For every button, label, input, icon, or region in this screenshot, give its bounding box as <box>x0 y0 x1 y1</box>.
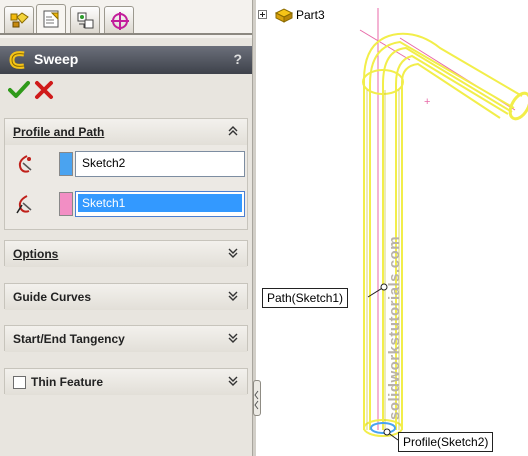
tab-strip-divider <box>0 33 252 35</box>
profile-and-path-group: Profile and Path Sketch2 Sketch1 <box>4 118 248 230</box>
path-selection-field[interactable]: Sketch1 <box>75 191 245 217</box>
profile-selection-icon <box>18 155 32 173</box>
tab-configurationmanager[interactable] <box>70 6 100 33</box>
profile-color-swatch <box>59 152 73 176</box>
group-label: Options <box>13 247 59 261</box>
tangency-header[interactable]: Start/End Tangency <box>5 326 247 352</box>
property-manager-panel: Sweep ? Profile and Path Sketch2 Sketch1… <box>0 0 252 456</box>
chevron-down-icon[interactable] <box>227 290 239 302</box>
feature-title: Sweep <box>34 51 79 67</box>
group-label: Start/End Tangency <box>13 332 125 346</box>
tab-featuremanager[interactable] <box>4 6 34 33</box>
group-label: Guide Curves <box>13 290 92 304</box>
start-end-tangency-group[interactable]: Start/End Tangency <box>4 325 248 352</box>
part-icon <box>274 8 294 23</box>
chevron-down-icon[interactable] <box>227 375 239 387</box>
thin-feature-header[interactable]: Thin Feature <box>5 369 247 395</box>
path-selection-value: Sketch1 <box>78 194 242 212</box>
tab-dimxpertmanager[interactable] <box>104 6 134 33</box>
thin-feature-checkbox[interactable] <box>13 376 26 389</box>
path-selection-icon <box>16 195 32 214</box>
watermark-text: solidworkstutorials.com <box>386 235 403 420</box>
cancel-x-icon[interactable] <box>34 80 54 100</box>
options-header[interactable]: Options <box>5 241 247 267</box>
chevron-down-icon[interactable] <box>227 247 239 259</box>
manager-tabs <box>0 0 252 38</box>
options-group[interactable]: Options <box>4 240 248 267</box>
thin-feature-group[interactable]: Thin Feature <box>4 368 248 395</box>
tab-propertymanager[interactable] <box>36 4 66 33</box>
tree-expand-icon[interactable] <box>258 10 267 19</box>
group-label: Profile and Path <box>13 125 105 139</box>
profile-callout[interactable]: Profile(Sketch2) <box>398 432 494 452</box>
propertymanager-header: Sweep ? <box>0 46 252 74</box>
chevron-down-icon[interactable] <box>227 332 239 344</box>
guide-curves-group[interactable]: Guide Curves <box>4 283 248 310</box>
profile-and-path-header[interactable]: Profile and Path <box>5 119 247 145</box>
propertymanager-icon <box>43 10 59 28</box>
group-label: Thin Feature <box>31 375 104 389</box>
origin-marker: + <box>424 96 430 108</box>
part-name: Part3 <box>296 8 325 22</box>
path-callout[interactable]: Path(Sketch1) <box>262 288 349 308</box>
profile-selection-field[interactable]: Sketch2 <box>75 151 245 177</box>
help-icon[interactable]: ? <box>233 51 242 67</box>
configurationmanager-icon <box>77 12 94 29</box>
guide-curves-header[interactable]: Guide Curves <box>5 284 247 310</box>
featuremanager-tree-icon <box>10 12 29 28</box>
sweep-feature-icon <box>9 51 25 69</box>
ok-checkmark-icon[interactable] <box>8 80 30 100</box>
chevron-up-icon[interactable] <box>227 125 239 137</box>
path-color-swatch <box>59 192 73 216</box>
dimxpertmanager-icon <box>111 12 129 30</box>
profile-callout-anchor <box>383 428 391 436</box>
